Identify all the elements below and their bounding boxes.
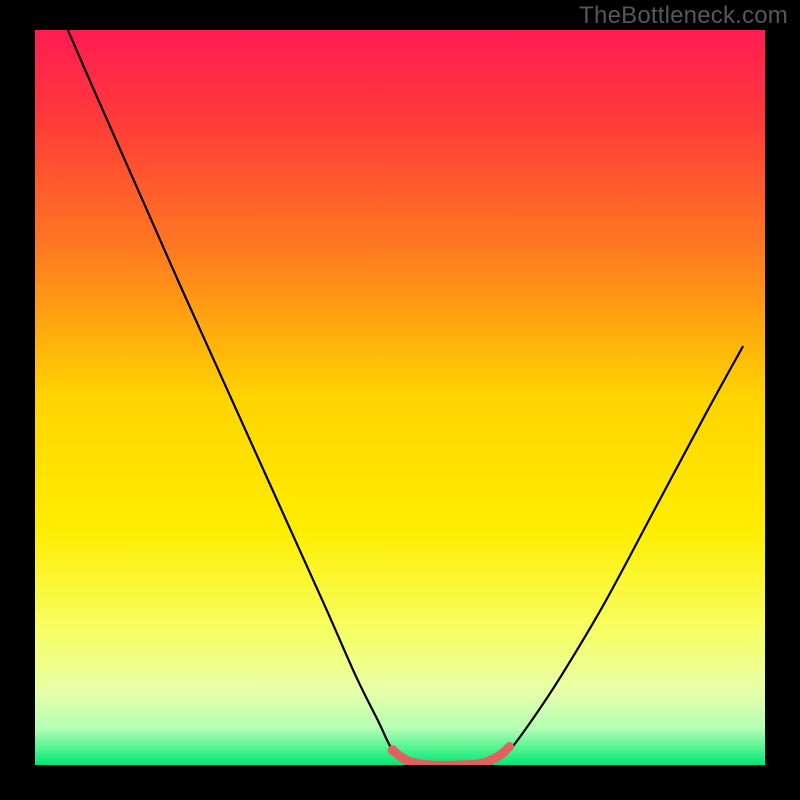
optimal-range-start-dot	[388, 745, 398, 755]
watermark-text: TheBottleneck.com	[579, 2, 788, 30]
chart-frame: TheBottleneck.com	[0, 0, 800, 800]
gradient-background	[35, 30, 765, 765]
bottleneck-chart	[0, 0, 800, 800]
